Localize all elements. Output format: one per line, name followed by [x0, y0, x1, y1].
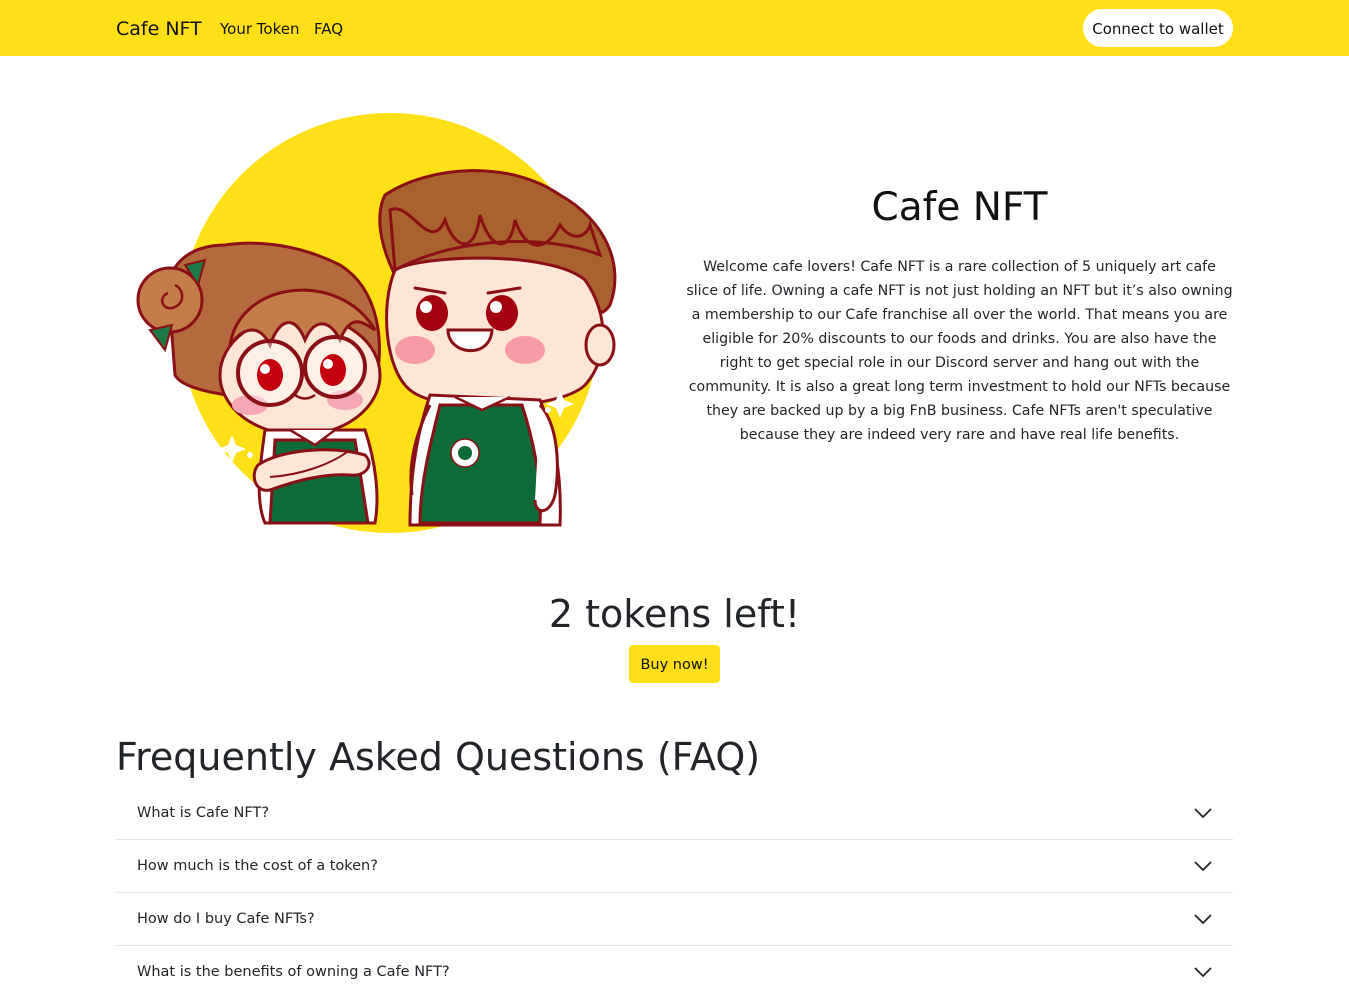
faq-title: Frequently Asked Questions (FAQ) — [116, 735, 761, 779]
tokens-left-heading: 2 tokens left! — [548, 592, 801, 636]
cafe-couple-illustration — [136, 113, 617, 533]
faq-question: How do I buy Cafe NFTs? — [137, 911, 315, 927]
faq-question: What is Cafe NFT? — [137, 805, 270, 821]
nav-link-your-token[interactable]: Your Token — [220, 19, 299, 39]
hero-title: Cafe NFT — [871, 185, 1048, 230]
connect-wallet-button[interactable]: Connect to wallet — [1083, 9, 1233, 47]
buy-now-button[interactable]: Buy now! — [629, 645, 720, 683]
faq-accordion: What is Cafe NFT? How much is the cost o… — [117, 787, 1233, 999]
chevron-down-icon[interactable] — [1193, 911, 1213, 927]
brand-link[interactable]: Cafe NFT — [116, 16, 202, 42]
nav-link-faq[interactable]: FAQ — [314, 19, 343, 39]
chevron-down-icon[interactable] — [1193, 805, 1213, 821]
navbar: Cafe NFT Your Token FAQ Connect to walle… — [0, 0, 1349, 56]
hero-description: Welcome cafe lovers! Cafe NFT is a rare … — [686, 259, 1233, 443]
faq-question: How much is the cost of a token? — [137, 858, 378, 874]
faq-item[interactable]: How do I buy Cafe NFTs? — [117, 893, 1233, 946]
chevron-down-icon[interactable] — [1193, 964, 1213, 980]
faq-item[interactable]: How much is the cost of a token? — [117, 840, 1233, 893]
faq-item[interactable]: What is Cafe NFT? — [117, 787, 1233, 840]
chevron-down-icon[interactable] — [1193, 858, 1213, 874]
faq-question: What is the benefits of owning a Cafe NF… — [137, 964, 450, 980]
faq-item[interactable]: What is the benefits of owning a Cafe NF… — [117, 946, 1233, 999]
